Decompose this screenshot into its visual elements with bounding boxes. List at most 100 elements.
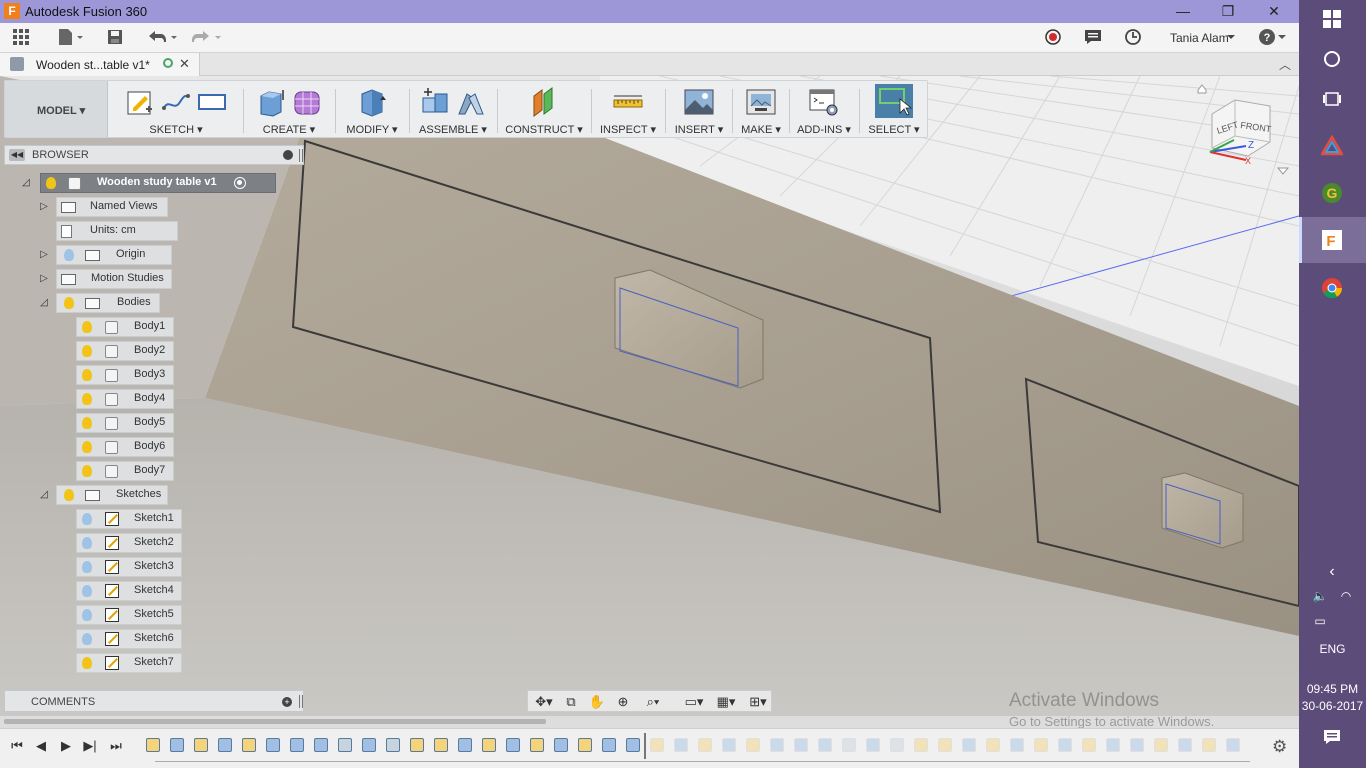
comments-panel[interactable]: COMMENTS +	[4, 690, 304, 712]
visibility-bulb-icon[interactable]	[82, 465, 92, 477]
timeline-feature-icon[interactable]	[1226, 738, 1240, 752]
zoom-window-icon[interactable]: ⌕▾	[638, 694, 668, 710]
step-back-icon[interactable]: ◀	[32, 737, 50, 755]
timeline-feature-icon[interactable]	[314, 738, 328, 752]
form-icon[interactable]	[291, 86, 323, 118]
collapse-arrow-icon[interactable]: ◿	[20, 177, 32, 188]
timeline-marker[interactable]	[644, 733, 646, 759]
workspace-switcher[interactable]: MODEL ▾	[5, 81, 108, 137]
go-to-start-icon[interactable]: ⏮	[8, 737, 26, 755]
view-cube[interactable]: LEFT FRONT Z X	[1190, 84, 1290, 176]
wifi-icon[interactable]: ◠	[1335, 585, 1357, 607]
modify-menu[interactable]: MODIFY ▾	[337, 123, 407, 136]
file-icon[interactable]	[55, 27, 85, 49]
visibility-bulb-icon[interactable]	[82, 417, 92, 429]
timeline-feature-icon[interactable]	[1106, 738, 1120, 752]
sketch-menu[interactable]: SKETCH ▾	[111, 123, 241, 136]
task-view-icon[interactable]	[1321, 89, 1343, 111]
tree-body-item[interactable]: Body1	[76, 317, 176, 337]
show-hidden-icons-chevron-icon[interactable]: ‹	[1321, 561, 1343, 583]
timeline-sketch-icon[interactable]	[1034, 738, 1048, 752]
orbit-icon[interactable]: ✥▾	[531, 694, 557, 710]
timeline-feature-icon[interactable]	[890, 738, 904, 752]
tree-body-item[interactable]: Body3	[76, 365, 176, 385]
insert-group[interactable]: INSERT ▾	[667, 81, 731, 137]
language-indicator[interactable]: ENG	[1299, 642, 1366, 656]
visibility-bulb-icon[interactable]	[82, 321, 92, 333]
scripts-icon[interactable]	[808, 86, 840, 118]
make-menu[interactable]: MAKE ▾	[734, 123, 788, 136]
tree-sketches[interactable]: ◿ Sketches	[38, 485, 178, 505]
insert-image-icon[interactable]	[683, 86, 715, 118]
tree-named-views[interactable]: ▷ Named Views	[38, 197, 178, 217]
addins-menu[interactable]: ADD-INS ▾	[791, 123, 857, 136]
timeline-sketch-icon[interactable]	[1154, 738, 1168, 752]
timeline-feature-icon[interactable]	[218, 738, 232, 752]
minimize-button[interactable]: —	[1160, 0, 1206, 23]
home-icon[interactable]	[1197, 84, 1207, 94]
timeline-feature-icon[interactable]	[362, 738, 376, 752]
timeline-sketch-icon[interactable]	[578, 738, 592, 752]
visibility-bulb-icon[interactable]	[82, 585, 92, 597]
visibility-bulb-icon[interactable]	[46, 177, 56, 189]
timeline-feature-icon[interactable]	[170, 738, 184, 752]
tree-body-item[interactable]: Body6	[76, 437, 176, 457]
spline-icon[interactable]	[160, 86, 192, 118]
tree-origin[interactable]: ▷ Origin	[38, 245, 178, 265]
timeline-sketch-icon[interactable]	[650, 738, 664, 752]
measure-icon[interactable]	[612, 86, 644, 118]
tree-body-item[interactable]: Body7	[76, 461, 176, 481]
timeline-feature-icon[interactable]	[962, 738, 976, 752]
create-group[interactable]: CREATE ▾	[245, 81, 333, 137]
visibility-bulb-icon[interactable]	[82, 513, 92, 525]
sketch-group[interactable]: SKETCH ▾	[111, 81, 241, 137]
user-dropdown-icon[interactable]	[1224, 27, 1238, 49]
record-icon[interactable]	[1043, 27, 1063, 49]
canvas-viewport[interactable]: LEFT FRONT Z X	[0, 76, 1299, 716]
tree-motion-studies[interactable]: ▷ Motion Studies	[38, 269, 178, 289]
inspect-menu[interactable]: INSPECT ▾	[593, 123, 663, 136]
modify-group[interactable]: MODIFY ▾	[337, 81, 407, 137]
inspect-group[interactable]: INSPECT ▾	[593, 81, 663, 137]
timeline-sketch-icon[interactable]	[242, 738, 256, 752]
collapse-arrow-icon[interactable]: ◿	[38, 297, 50, 308]
timeline-feature-icon[interactable]	[506, 738, 520, 752]
tree-sketch-item[interactable]: Sketch4	[76, 581, 186, 601]
create-sketch-icon[interactable]	[124, 86, 156, 118]
tree-sketch-item[interactable]: Sketch7	[76, 653, 186, 673]
timeline-feature-icon[interactable]	[386, 738, 400, 752]
timeline-sketch-icon[interactable]	[410, 738, 424, 752]
redo-icon[interactable]	[188, 27, 224, 49]
timeline-feature-icon[interactable]	[866, 738, 880, 752]
addins-group[interactable]: ADD-INS ▾	[791, 81, 857, 137]
insert-menu[interactable]: INSERT ▾	[667, 123, 731, 136]
collapse-browser-icon[interactable]: ◀◀	[9, 149, 25, 161]
timeline-settings-icon[interactable]: ⚙	[1272, 737, 1287, 757]
timeline-feature-icon[interactable]	[722, 738, 736, 752]
offset-plane-icon[interactable]	[528, 86, 560, 118]
step-forward-icon[interactable]: ▶|	[81, 737, 99, 755]
collapse-arrow-icon[interactable]: ◿	[38, 489, 50, 500]
timeline-sketch-icon[interactable]	[194, 738, 208, 752]
visibility-bulb-icon[interactable]	[64, 489, 74, 501]
timeline-sketch-icon[interactable]	[146, 738, 160, 752]
select-icon[interactable]	[874, 83, 914, 119]
timeline-feature-icon[interactable]	[674, 738, 688, 752]
activate-component-icon[interactable]	[234, 177, 246, 189]
timeline-sketch-icon[interactable]	[482, 738, 496, 752]
rectangle-icon[interactable]	[196, 86, 228, 118]
view-cube-menu-icon[interactable]	[1276, 167, 1290, 175]
fusion-360-taskbar-icon[interactable]: F	[1321, 229, 1343, 251]
g-app-icon[interactable]: G	[1321, 182, 1343, 204]
timeline-feature-icon[interactable]	[458, 738, 472, 752]
comments-pin-icon[interactable]	[299, 695, 303, 708]
tree-sketch-item[interactable]: Sketch6	[76, 629, 186, 649]
horizontal-scrollbar[interactable]	[4, 719, 546, 724]
viewports-icon[interactable]: ⊞▾	[744, 694, 772, 710]
tree-sketch-item[interactable]: Sketch2	[76, 533, 186, 553]
tree-sketch-item[interactable]: Sketch5	[76, 605, 186, 625]
tree-sketch-item[interactable]: Sketch3	[76, 557, 186, 577]
timeline-feature-icon[interactable]	[1010, 738, 1024, 752]
timeline-feature-icon[interactable]	[290, 738, 304, 752]
construct-group[interactable]: CONSTRUCT ▾	[499, 81, 589, 137]
